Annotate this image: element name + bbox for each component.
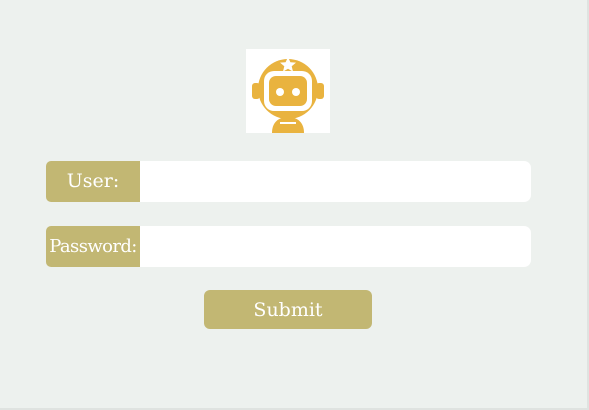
user-field-row: User:	[46, 161, 531, 202]
password-label: Password:	[46, 226, 140, 267]
password-input[interactable]	[140, 226, 531, 267]
password-field-row: Password:	[46, 226, 531, 267]
robot-astronaut-icon	[252, 57, 324, 133]
login-page: User: Password: Submit	[0, 0, 589, 410]
user-input[interactable]	[140, 161, 531, 202]
logo	[246, 49, 330, 133]
user-label: User:	[46, 161, 140, 202]
submit-button[interactable]: Submit	[204, 290, 372, 329]
